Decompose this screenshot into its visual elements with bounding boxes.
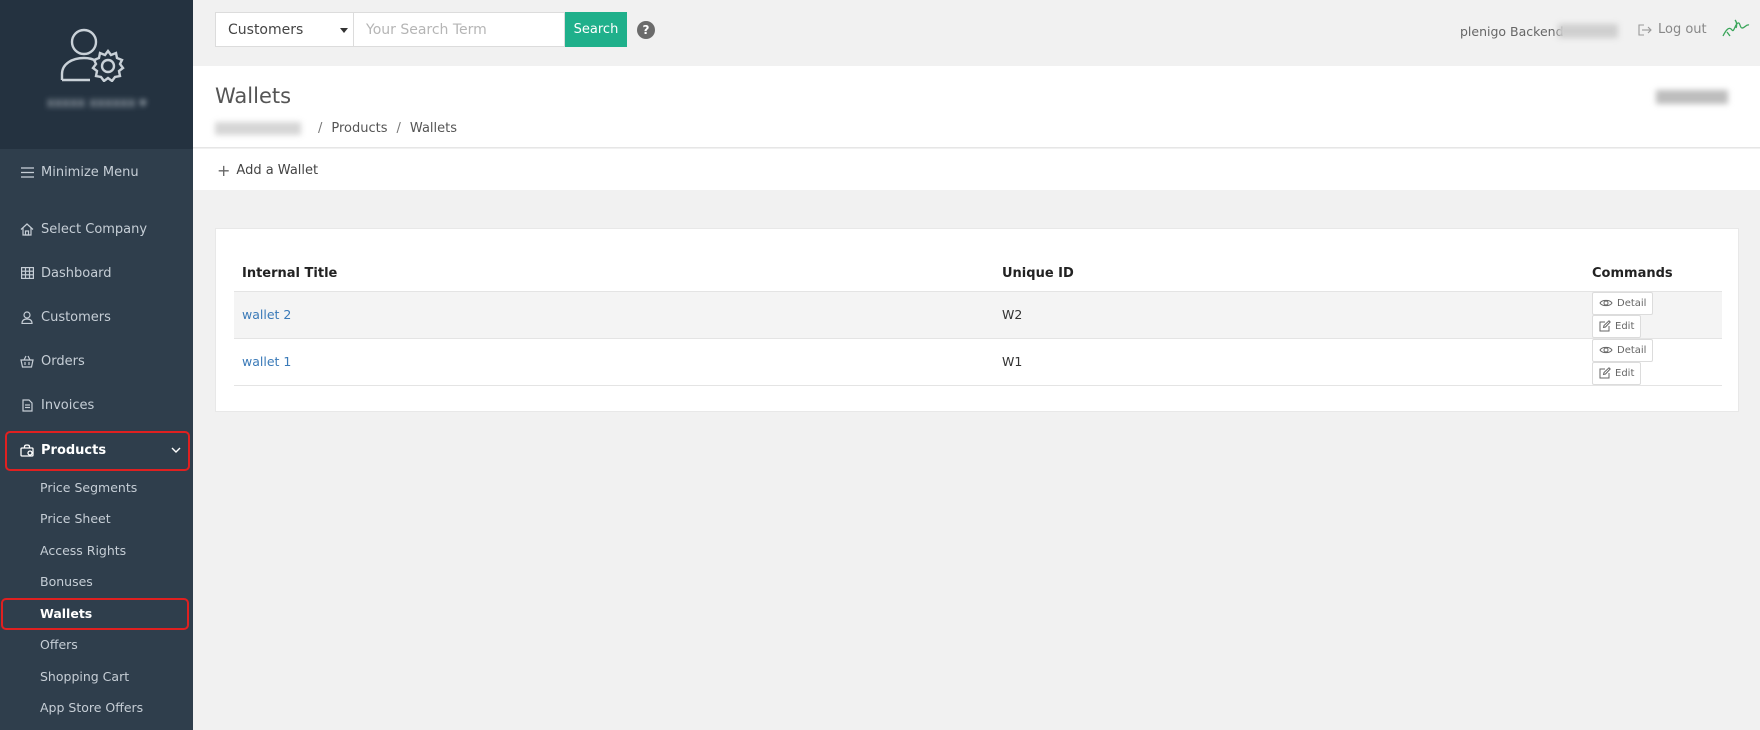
sidebar-subitem-price-segments[interactable]: Price Segments xyxy=(40,477,137,499)
top-bar: Customers Search ? plenigo Backend Log o… xyxy=(193,0,1760,66)
sidebar-item-label: Invoices xyxy=(41,397,95,413)
breadcrumb-separator: / xyxy=(396,121,401,136)
search-scope-select[interactable]: Customers xyxy=(215,12,354,47)
minimize-menu-label: Minimize Menu xyxy=(41,164,139,180)
page-header: Wallets / Products / Wallets xyxy=(193,66,1760,148)
sidebar-item-label: Customers xyxy=(41,309,111,325)
sidebar-subitem-access-rights[interactable]: Access Rights xyxy=(40,540,126,562)
column-header-internal-title: Internal Title xyxy=(234,257,994,292)
wallet-title-link[interactable]: wallet 2 xyxy=(242,307,291,322)
wallets-card: Internal Title Unique ID Commands wallet… xyxy=(215,228,1739,412)
sidebar-item-label: Select Company xyxy=(41,221,148,237)
sidebar-item-label: Orders xyxy=(41,353,85,369)
breadcrumb-products[interactable]: Products xyxy=(331,121,387,136)
user-name[interactable]: xxxxx xxxxxx ▾ xyxy=(0,96,193,111)
breadcrumb-separator: / xyxy=(318,121,323,136)
chevron-down-icon xyxy=(171,443,181,458)
detail-button[interactable]: Detail xyxy=(1592,291,1654,315)
hamburger-icon xyxy=(20,165,34,179)
edit-label: Edit xyxy=(1615,320,1635,332)
sidebar: xxxxx xxxxxx ▾ Minimize Menu Select Comp… xyxy=(0,0,193,730)
bag-icon xyxy=(20,443,34,457)
sidebar-subitem-bonuses[interactable]: Bonuses xyxy=(40,571,93,593)
search-button[interactable]: Search xyxy=(565,12,627,47)
breadcrumb-company-redacted[interactable] xyxy=(215,122,301,135)
backend-version-redacted xyxy=(1558,24,1618,38)
home-icon xyxy=(20,222,34,236)
wallets-table: Internal Title Unique ID Commands wallet… xyxy=(234,257,1722,386)
wallet-title-link[interactable]: wallet 1 xyxy=(242,354,291,369)
wallet-unique-id: W1 xyxy=(994,338,1584,386)
logout-label: Log out xyxy=(1658,22,1707,37)
search-input[interactable] xyxy=(353,12,565,47)
detail-label: Detail xyxy=(1617,297,1647,309)
logout-icon xyxy=(1638,23,1652,36)
edit-button[interactable]: Edit xyxy=(1592,361,1642,385)
brand-logo-icon xyxy=(1722,19,1750,37)
edit-icon xyxy=(1599,320,1611,332)
sidebar-subitem-shopping-cart[interactable]: Shopping Cart xyxy=(40,666,129,688)
help-icon[interactable]: ? xyxy=(637,21,655,39)
user-panel: xxxxx xxxxxx ▾ xyxy=(0,0,193,149)
page-title: Wallets xyxy=(215,84,292,108)
document-icon xyxy=(20,398,34,412)
breadcrumb-wallets: Wallets xyxy=(409,121,458,136)
basket-icon xyxy=(20,354,34,368)
plus-icon: + xyxy=(217,161,231,180)
table-row: wallet 2 W2 Detail Edit xyxy=(234,291,1722,339)
backend-label: plenigo Backend xyxy=(1460,24,1564,39)
commands-cell: Detail Edit xyxy=(1584,291,1722,339)
wallet-unique-id: W2 xyxy=(994,291,1584,339)
column-header-commands: Commands xyxy=(1584,257,1722,292)
table-header-row: Internal Title Unique ID Commands xyxy=(234,257,1722,292)
sidebar-subitem-app-store-offers[interactable]: App Store Offers xyxy=(40,697,143,719)
eye-icon xyxy=(1599,299,1613,307)
user-icon xyxy=(20,310,34,324)
minimize-menu-button[interactable]: Minimize Menu xyxy=(0,153,193,191)
grid-icon xyxy=(20,266,34,280)
user-settings-icon xyxy=(60,28,125,82)
add-wallet-button[interactable]: + Add a Wallet xyxy=(217,161,318,180)
edit-icon xyxy=(1599,367,1611,379)
edit-label: Edit xyxy=(1615,367,1635,379)
company-name-redacted xyxy=(1656,90,1728,104)
caret-down-icon xyxy=(340,28,348,33)
search-scope-value: Customers xyxy=(228,21,304,38)
sidebar-item-invoices[interactable]: Invoices xyxy=(0,386,193,424)
sidebar-item-label: Dashboard xyxy=(41,265,112,281)
detail-label: Detail xyxy=(1617,344,1647,356)
sidebar-item-customers[interactable]: Customers xyxy=(0,298,193,336)
add-wallet-label: Add a Wallet xyxy=(236,163,319,178)
sidebar-item-label: Products xyxy=(41,442,107,458)
commands-cell: Detail Edit xyxy=(1584,338,1722,386)
breadcrumb: / Products / Wallets xyxy=(215,121,457,136)
action-bar: + Add a Wallet xyxy=(193,149,1760,190)
detail-button[interactable]: Detail xyxy=(1592,338,1654,362)
column-header-unique-id: Unique ID xyxy=(994,257,1584,292)
sidebar-item-products[interactable]: Products xyxy=(0,431,193,469)
wallets-highlight xyxy=(1,598,189,630)
logout-link[interactable]: Log out xyxy=(1638,22,1707,37)
sidebar-subitem-offers[interactable]: Offers xyxy=(40,634,78,656)
sidebar-subitem-wallets[interactable]: Wallets xyxy=(40,603,92,625)
table-row: wallet 1 W1 Detail Edit xyxy=(234,338,1722,386)
sidebar-subitem-price-sheet[interactable]: Price Sheet xyxy=(40,508,111,530)
sidebar-item-dashboard[interactable]: Dashboard xyxy=(0,254,193,292)
edit-button[interactable]: Edit xyxy=(1592,314,1642,338)
sidebar-item-select-company[interactable]: Select Company xyxy=(0,210,193,248)
sidebar-item-orders[interactable]: Orders xyxy=(0,342,193,380)
eye-icon xyxy=(1599,346,1613,354)
